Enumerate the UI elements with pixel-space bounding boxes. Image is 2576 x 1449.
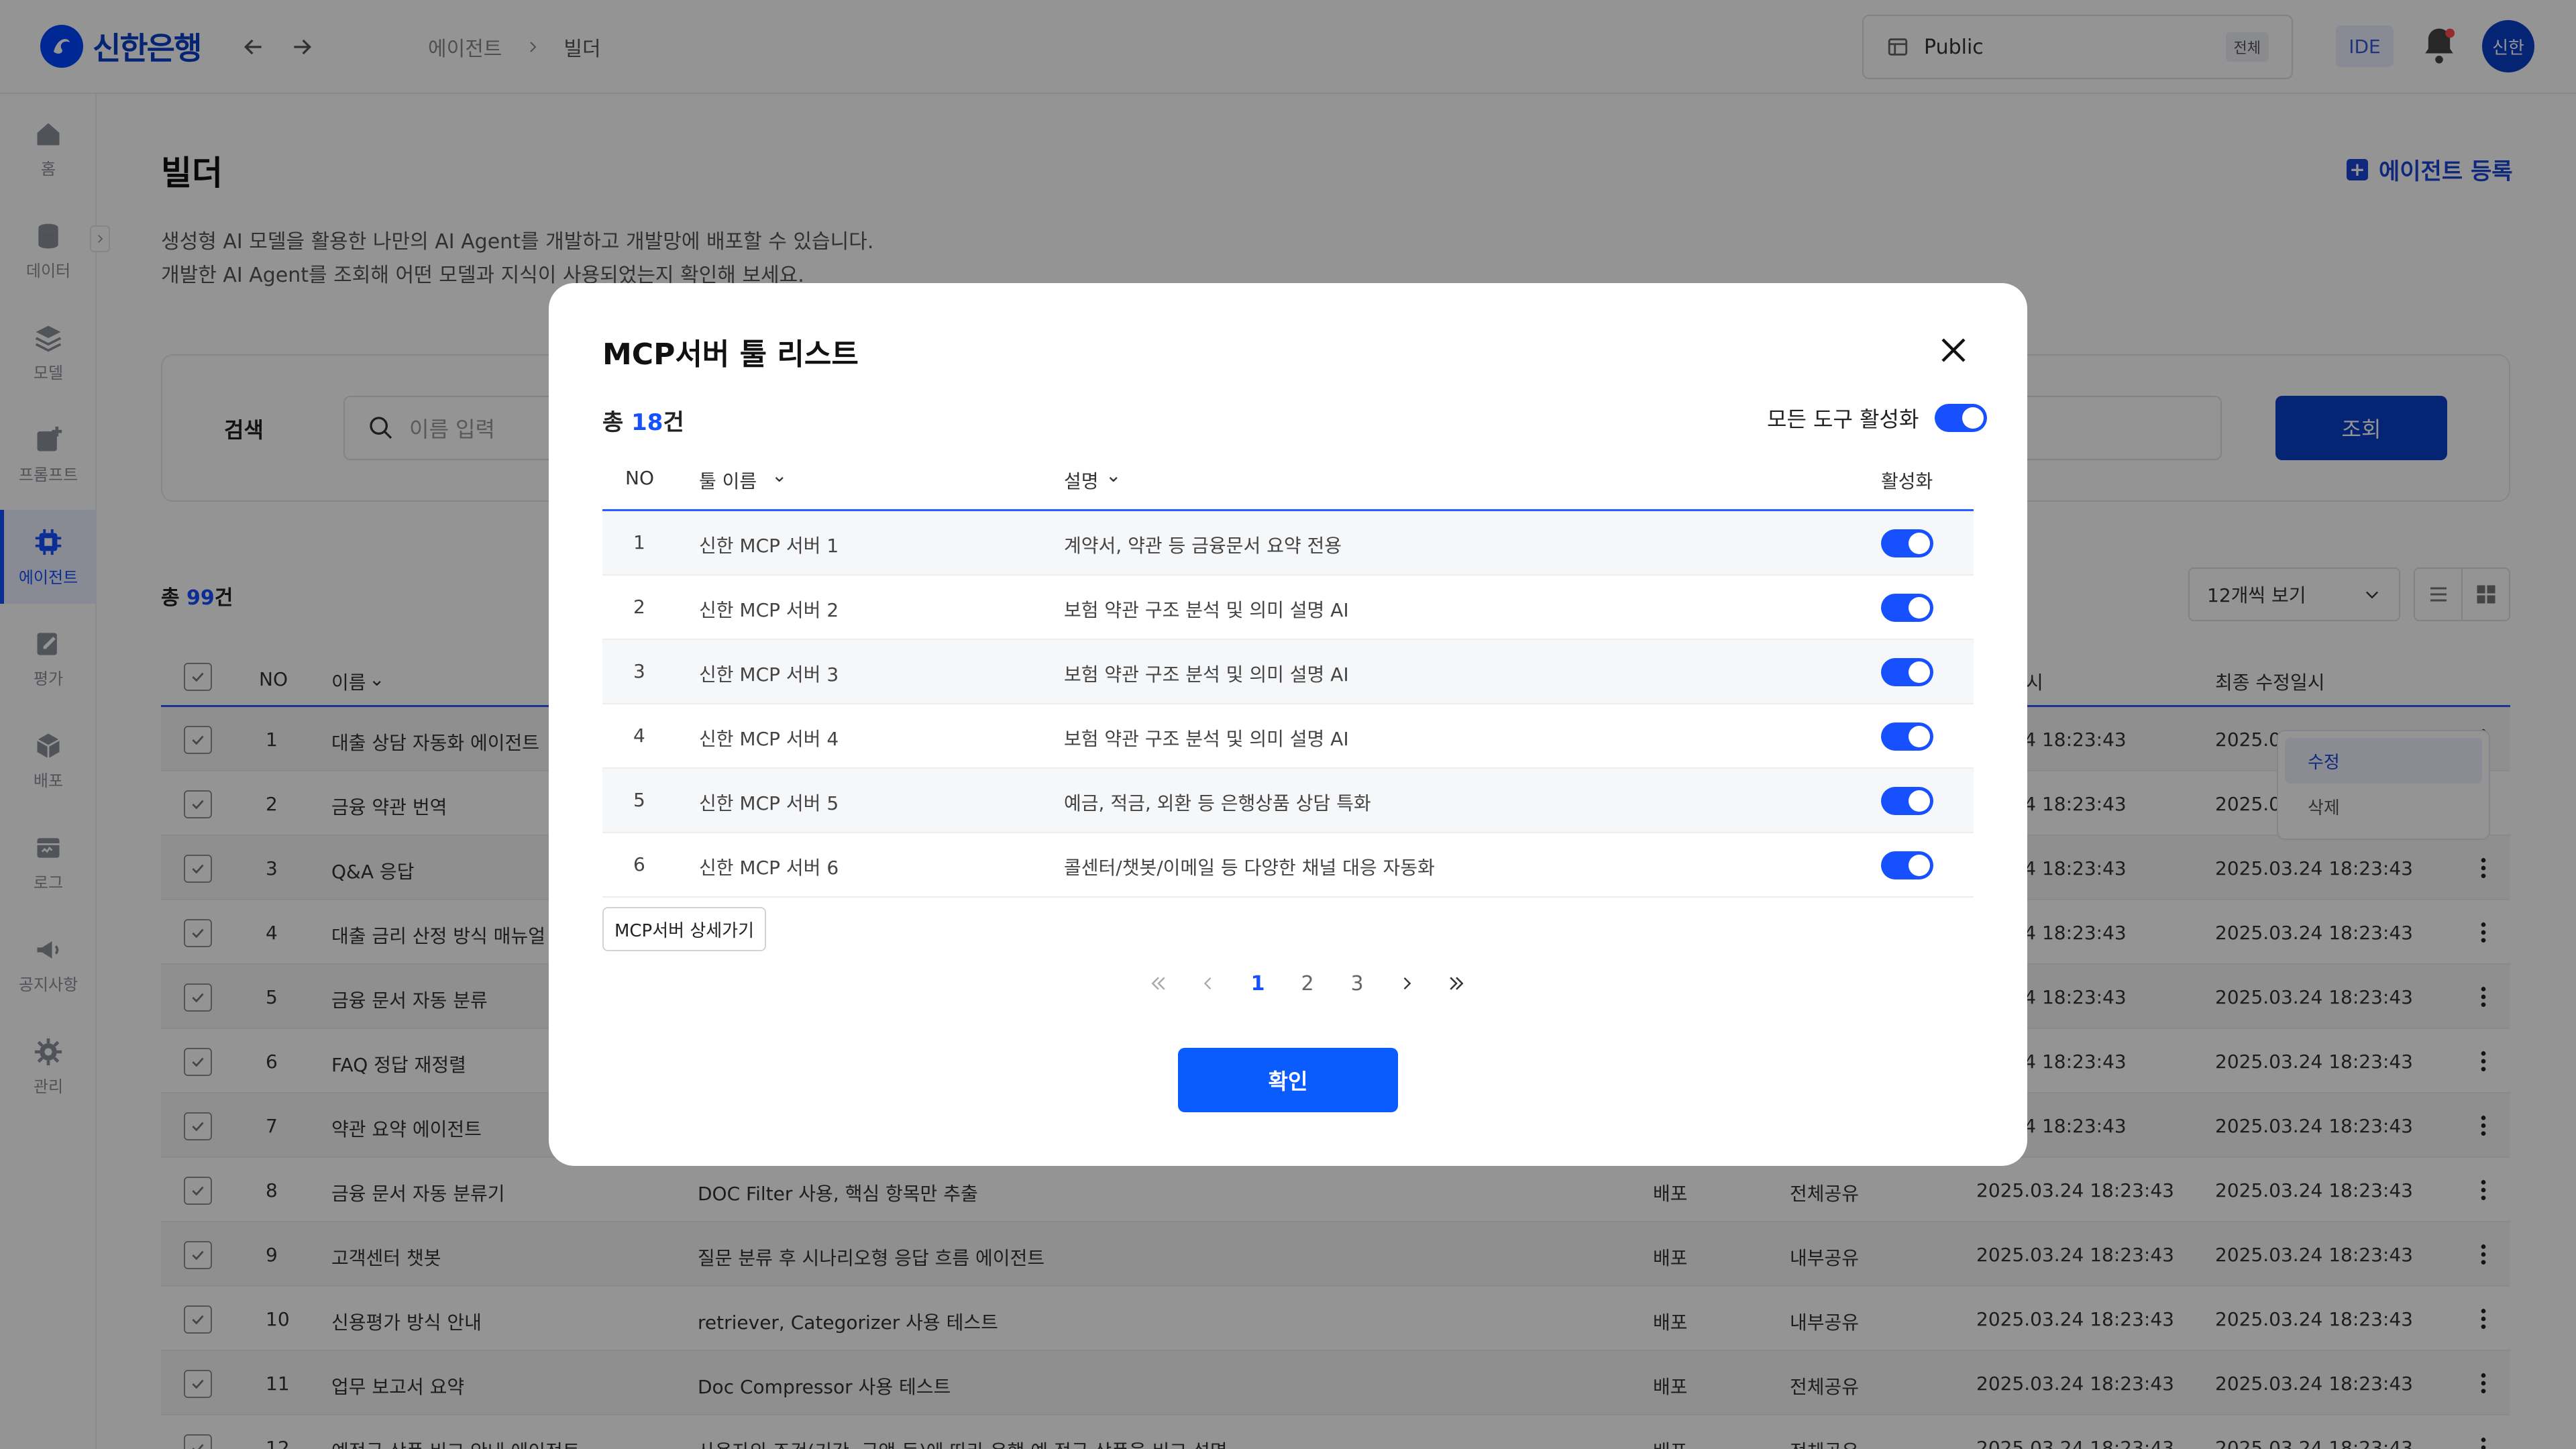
pagination: 1 2 3 — [1134, 966, 1481, 1001]
row-tool-name: 신한 MCP 서버 5 — [699, 792, 839, 814]
row-tool-name: 신한 MCP 서버 3 — [699, 663, 839, 686]
modal-table-header: NO 툴 이름 ⌄ 설명 ⌄ 활성화 — [602, 455, 1974, 511]
next-page-button[interactable] — [1382, 966, 1432, 1001]
toggle-all-switch[interactable] — [1935, 404, 1988, 432]
row-description: 예금, 적금, 외환 등 은행상품 상담 특화 — [1064, 792, 1371, 814]
row-no: 6 — [633, 853, 645, 875]
tool-active-toggle[interactable] — [1881, 722, 1933, 751]
sort-icon: ⌄ — [1106, 464, 1122, 486]
confirm-button[interactable]: 확인 — [1178, 1048, 1398, 1112]
chevron-left-icon — [1203, 977, 1212, 989]
row-description: 보험 약관 구조 분석 및 의미 설명 AI — [1064, 728, 1349, 750]
table-row: 1 신한 MCP 서버 1 계약서, 약관 등 금융문서 요약 전용 — [602, 511, 1974, 576]
table-row: 5 신한 MCP 서버 5 예금, 적금, 외환 등 은행상품 상담 특화 — [602, 769, 1974, 833]
row-description: 계약서, 약관 등 금융문서 요약 전용 — [1064, 535, 1342, 557]
col-active: 활성화 — [1881, 470, 1933, 492]
chevron-right-icon — [1403, 977, 1411, 989]
tool-active-toggle[interactable] — [1881, 658, 1933, 686]
sort-icon: ⌄ — [771, 464, 788, 486]
table-row: 3 신한 MCP 서버 3 보험 약관 구조 분석 및 의미 설명 AI — [602, 640, 1974, 704]
last-page-button[interactable] — [1432, 966, 1481, 1001]
page-1[interactable]: 1 — [1233, 966, 1283, 1001]
table-row: 6 신한 MCP 서버 6 콜센터/챗봇/이메일 등 다양한 채널 대응 자동화 — [602, 833, 1974, 898]
page-3[interactable]: 3 — [1332, 966, 1382, 1001]
col-description[interactable]: 설명 — [1064, 467, 1099, 494]
row-tool-name: 신한 MCP 서버 2 — [699, 599, 839, 621]
mcp-detail-button[interactable]: MCP서버 상세가기 — [602, 907, 766, 951]
table-row: 2 신한 MCP 서버 2 보험 약관 구조 분석 및 의미 설명 AI — [602, 576, 1974, 640]
row-tool-name: 신한 MCP 서버 1 — [699, 535, 839, 557]
tool-active-toggle[interactable] — [1881, 594, 1933, 622]
page-2[interactable]: 2 — [1283, 966, 1332, 1001]
double-chevron-left-icon — [1151, 977, 1165, 990]
row-tool-name: 신한 MCP 서버 4 — [699, 728, 839, 750]
row-no: 3 — [633, 660, 645, 682]
modal-title: MCP서버 툴 리스트 — [602, 337, 859, 372]
double-chevron-right-icon — [1450, 977, 1464, 990]
first-page-button[interactable] — [1134, 966, 1183, 1001]
table-row: 4 신한 MCP 서버 4 보험 약관 구조 분석 및 의미 설명 AI — [602, 704, 1974, 769]
row-no: 2 — [633, 596, 645, 618]
close-button[interactable] — [1933, 330, 1974, 370]
col-no: NO — [625, 467, 654, 489]
modal-table-body: 1 신한 MCP 서버 1 계약서, 약관 등 금융문서 요약 전용 2 신한 MCP … — [602, 511, 1974, 898]
col-tool-name[interactable]: 툴 이름 — [699, 467, 757, 494]
tool-active-toggle[interactable] — [1881, 529, 1933, 557]
row-tool-name: 신한 MCP 서버 6 — [699, 857, 839, 879]
prev-page-button[interactable] — [1183, 966, 1233, 1001]
row-no: 5 — [633, 789, 645, 811]
row-description: 보험 약관 구조 분석 및 의미 설명 AI — [1064, 599, 1349, 621]
modal-total: 총 18건 — [602, 409, 684, 436]
row-description: 콜센터/챗봇/이메일 등 다양한 채널 대응 자동화 — [1064, 857, 1435, 879]
row-no: 1 — [633, 531, 645, 553]
tool-active-toggle[interactable] — [1881, 787, 1933, 815]
tool-active-toggle[interactable] — [1881, 851, 1933, 879]
toggle-all-tools: 모든 도구 활성화 — [1767, 402, 1988, 433]
row-description: 보험 약관 구조 분석 및 의미 설명 AI — [1064, 663, 1349, 686]
row-no: 4 — [633, 724, 645, 747]
close-icon — [1941, 338, 1966, 362]
